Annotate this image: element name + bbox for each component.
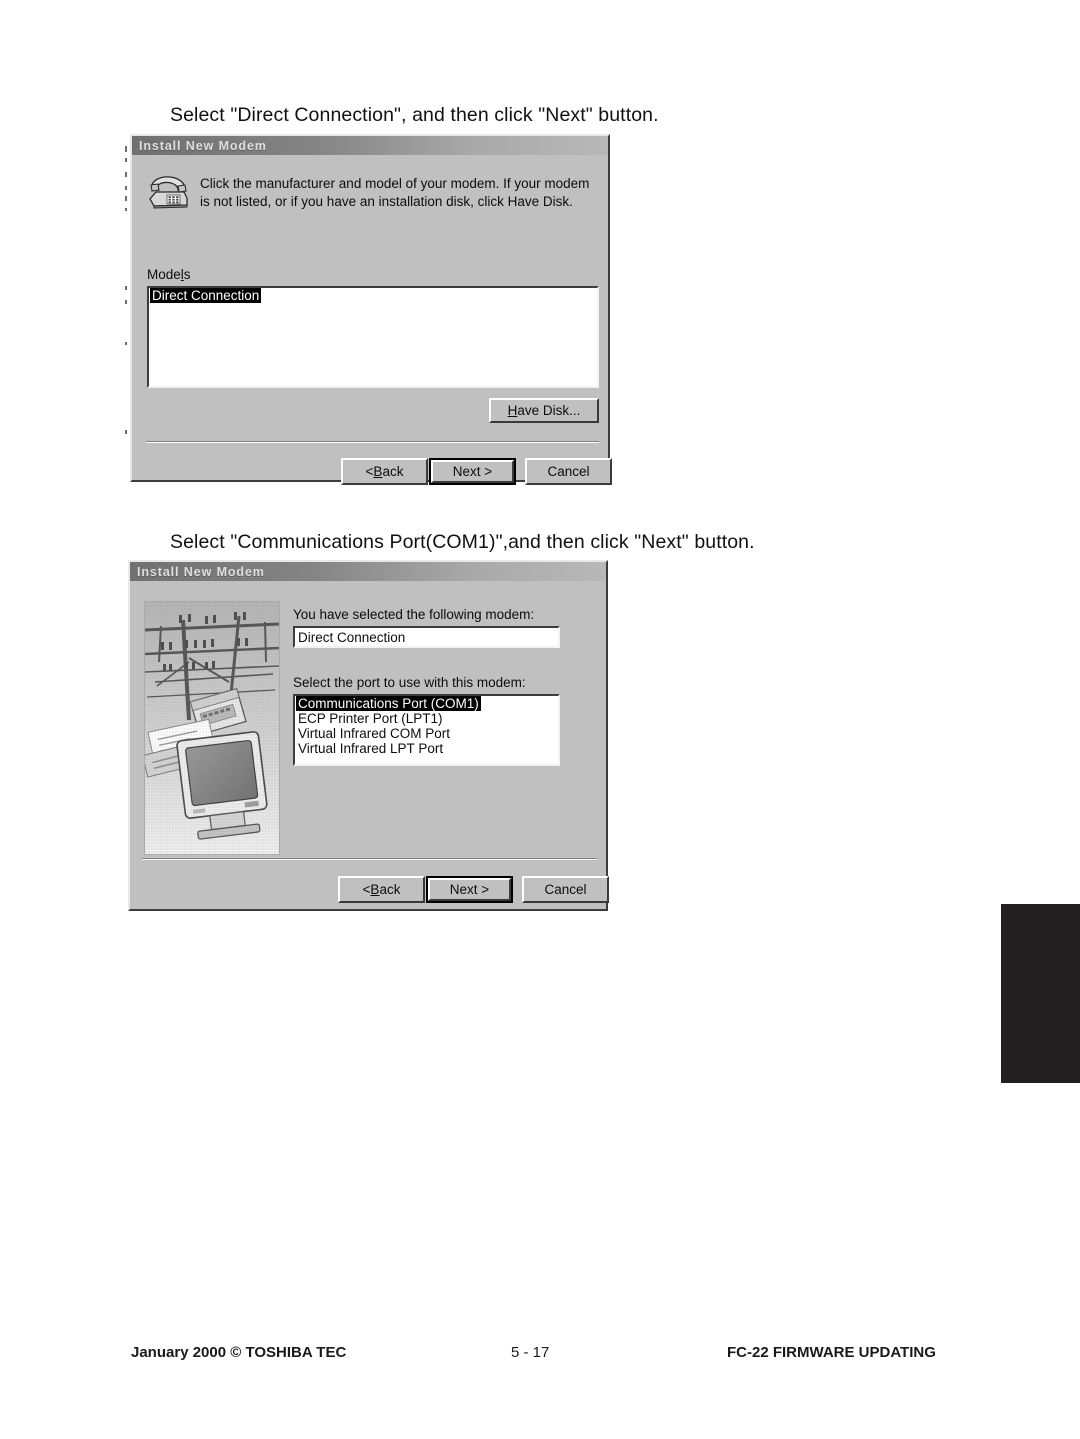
modem-phone-icon (146, 172, 190, 212)
thumb-index-tab (1001, 904, 1080, 1083)
selected-modem-textbox[interactable]: Direct Connection (293, 626, 560, 648)
port-item-virtual-infrared-lpt[interactable]: Virtual Infrared LPT Port (296, 741, 445, 756)
dialog-1-title: Install New Modem (139, 138, 267, 153)
install-new-modem-dialog-2: Install New Modem You have selected the … (128, 560, 609, 911)
have-disk-button[interactable]: Have Disk... (489, 398, 599, 423)
list-item[interactable]: ECP Printer Port (LPT1) (295, 711, 558, 726)
scan-artifact (125, 286, 127, 290)
ports-listbox[interactable]: Communications Port (COM1) ECP Printer P… (293, 694, 560, 766)
list-item[interactable]: Virtual Infrared COM Port (295, 726, 558, 741)
next-label: Next > (452, 464, 493, 479)
list-item[interactable]: Direct Connection (149, 288, 597, 303)
dialog-2-title: Install New Modem (137, 564, 265, 579)
back-label-rest: ack (379, 882, 401, 897)
scan-artifact (125, 342, 127, 345)
back-label-pre: < (362, 882, 371, 897)
dialog-2-titlebar: Install New Modem (130, 562, 606, 581)
back-label-rest: ack (382, 464, 404, 479)
scan-artifact (125, 430, 127, 434)
scan-artifact (125, 196, 127, 201)
back-accel: B (373, 464, 383, 479)
instruction-text-2: Select "Communications Port(COM1)",and t… (170, 531, 755, 553)
scan-artifact (125, 172, 127, 177)
have-disk-accel: H (507, 403, 518, 418)
back-label-pre: < (365, 464, 374, 479)
dialog-1-body: Click the manufacturer and model of your… (132, 155, 612, 485)
selected-modem-label: You have selected the following modem: (293, 607, 535, 622)
scan-artifact (125, 186, 127, 190)
modem-installation-photo (144, 601, 280, 855)
install-new-modem-dialog-1: Install New Modem Click the manufacturer… (130, 134, 612, 485)
scan-artifact (125, 300, 127, 304)
next-label: Next > (449, 882, 490, 897)
back-accel: B (370, 882, 380, 897)
scan-artifact (125, 146, 127, 152)
footer-page-number: 5 - 17 (511, 1344, 550, 1361)
next-button-inner: Next > (428, 878, 511, 901)
cancel-button[interactable]: Cancel (525, 458, 612, 485)
dialog-1-separator (146, 441, 599, 443)
footer-left-text: January 2000 © TOSHIBA TEC (131, 1344, 347, 1361)
models-listbox[interactable]: Direct Connection (147, 286, 599, 388)
back-button[interactable]: < Back (341, 458, 428, 485)
models-list-item-direct-connection[interactable]: Direct Connection (150, 288, 262, 303)
scan-artifact (125, 158, 127, 162)
port-item-lpt1[interactable]: ECP Printer Port (LPT1) (296, 711, 445, 726)
models-label: Models (147, 267, 191, 282)
next-button[interactable]: Next > (429, 458, 516, 485)
dialog-2-separator (142, 858, 597, 860)
next-button-inner: Next > (431, 460, 514, 483)
cancel-button[interactable]: Cancel (522, 876, 609, 903)
list-item[interactable]: Virtual Infrared LPT Port (295, 741, 558, 756)
cancel-label: Cancel (544, 882, 587, 897)
have-disk-label-rest: ave Disk... (517, 403, 581, 418)
scan-artifact (125, 208, 127, 211)
back-button[interactable]: < Back (338, 876, 425, 903)
port-item-com1[interactable]: Communications Port (COM1) (296, 696, 481, 711)
list-item[interactable]: Communications Port (COM1) (295, 696, 558, 711)
dialog-1-prompt-text: Click the manufacturer and model of your… (200, 176, 590, 209)
footer-right-text: FC-22 FIRMWARE UPDATING (727, 1344, 936, 1361)
select-port-label: Select the port to use with this modem: (293, 675, 526, 690)
port-item-virtual-infrared-com[interactable]: Virtual Infrared COM Port (296, 726, 452, 741)
models-label-pre: Mode (147, 267, 181, 282)
dialog-2-body: You have selected the following modem: D… (130, 581, 609, 909)
instruction-text-1: Select "Direct Connection", and then cli… (170, 104, 659, 126)
next-button[interactable]: Next > (426, 876, 513, 903)
dialog-1-titlebar: Install New Modem (132, 136, 608, 155)
models-label-post: s (183, 267, 191, 282)
cancel-label: Cancel (547, 464, 590, 479)
